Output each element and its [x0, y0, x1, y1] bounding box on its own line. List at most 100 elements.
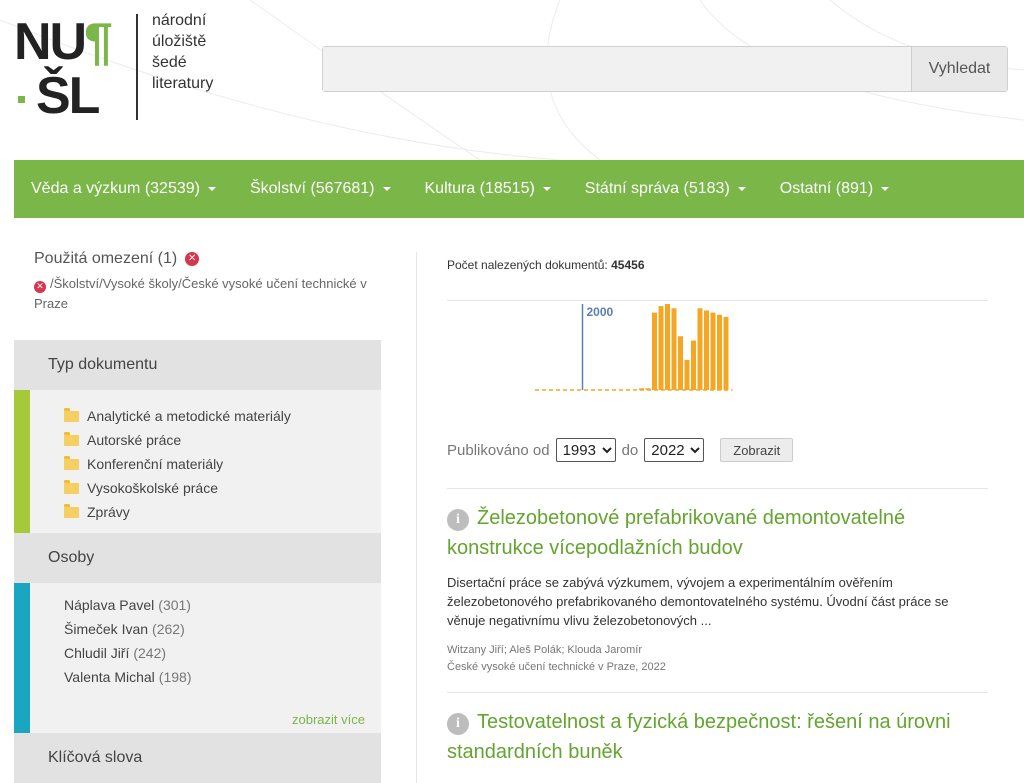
- histogram-bar-2009[interactable]: [639, 388, 644, 390]
- person-name: Šimeček Ivan: [64, 621, 149, 637]
- histogram-bar-2010[interactable]: [645, 388, 651, 390]
- facet-item-person[interactable]: Šimeček Ivan (262): [64, 617, 381, 641]
- facet-item-label: Vysokoškolské práce: [87, 480, 218, 496]
- results-count-label: Počet nalezených dokumentů:: [447, 258, 608, 272]
- search-bar: Vyhledat: [322, 46, 1008, 92]
- facet-item-label: Zprávy: [87, 504, 130, 520]
- logo-mark-nu: NU: [14, 13, 87, 71]
- facet-item-label: Konferenční materiály: [87, 456, 224, 472]
- person-name: Valenta Michal: [64, 669, 155, 685]
- folder-icon: [64, 431, 79, 446]
- histogram-bar-2019[interactable]: [704, 310, 709, 390]
- result-meta: Witzany Jiří; Aleš Polák; Klouda Jaromír…: [447, 642, 988, 676]
- date-filter-submit-button[interactable]: Zobrazit: [720, 438, 794, 462]
- date-from-label: Publikováno od: [447, 441, 550, 459]
- facet-item-doc-type[interactable]: Konferenční materiály: [64, 452, 381, 476]
- results-list: i Železobetonové prefabrikované demontova…: [447, 488, 988, 767]
- folder-icon: [64, 455, 79, 470]
- nav-item-label: Školství (567681): [249, 180, 375, 197]
- result-item: i Železobetonové prefabrikované demontova…: [447, 488, 988, 676]
- facet-item-label: Analytické a metodické materiály: [87, 408, 291, 424]
- remove-filter-icon[interactable]: ✕: [34, 280, 46, 293]
- search-input[interactable]: [323, 47, 911, 91]
- results-count: Počet nalezených dokumentů: 45456: [447, 258, 645, 272]
- nav-item-label: Státní správa (5183): [584, 180, 730, 197]
- caret-down-icon: [207, 187, 216, 191]
- facet-header-doc-type[interactable]: Typ dokumentu: [14, 340, 381, 390]
- result-title-link[interactable]: Testovatelnost a fyzická bezpečnost: řeš…: [447, 711, 951, 763]
- facet-item-person[interactable]: Valenta Michal (198): [64, 665, 381, 689]
- facet-item-doc-type[interactable]: Analytické a metodické materiály: [64, 404, 381, 428]
- histogram-bar-2020[interactable]: [710, 312, 716, 390]
- histogram-marker-label: 2000: [587, 305, 614, 319]
- nav-item-ostatni[interactable]: Ostatní (891): [763, 180, 906, 198]
- nav-item-veda[interactable]: Věda a výzkum (32539): [14, 180, 233, 198]
- facet-panel: Typ dokumentu Analytické a metodické mat…: [14, 340, 381, 783]
- histogram-bar-2015[interactable]: [678, 336, 683, 390]
- histogram-bar-2022[interactable]: [723, 316, 729, 390]
- results-count-value: 45456: [611, 258, 645, 272]
- histogram-bar-2017[interactable]: [691, 340, 696, 390]
- facet-title: Osoby: [48, 549, 95, 566]
- result-publisher: České vysoké učení technické v Praze, 20…: [447, 661, 666, 673]
- result-item: i Testovatelnost a fyzická bezpečnost: ře…: [447, 692, 988, 767]
- person-name: Chludil Jiří: [64, 645, 130, 661]
- site-logo[interactable]: NU ¶ ŠL národní úložiště šedé literatury: [14, 10, 244, 135]
- info-icon[interactable]: i: [447, 713, 469, 735]
- remove-all-filters-icon[interactable]: ✕: [185, 252, 200, 266]
- histogram-bar-2012[interactable]: [658, 306, 664, 390]
- result-authors: Witzany Jiří; Aleš Polák; Klouda Jaromír: [447, 644, 643, 656]
- result-title: i Testovatelnost a fyzická bezpečnost: ře…: [447, 707, 988, 767]
- folder-icon: [64, 479, 79, 494]
- facet-title: Typ dokumentu: [48, 356, 158, 373]
- site-header: NU ¶ ŠL národní úložiště šedé literatury…: [0, 0, 1024, 160]
- nav-item-label: Ostatní (891): [779, 180, 874, 197]
- date-from-select[interactable]: 1993: [555, 438, 616, 462]
- result-title: i Železobetonové prefabrikované demontova…: [447, 503, 988, 563]
- logo-text: národní úložiště šedé literatury: [152, 10, 213, 94]
- facet-item-doc-type[interactable]: Zprávy: [64, 500, 381, 524]
- active-filters-title-text: Použitá omezení (1): [34, 250, 178, 267]
- date-to-select[interactable]: 2022: [644, 438, 705, 462]
- result-abstract: Disertační práce se zabývá výzkumem, výv…: [447, 575, 949, 628]
- facet-header-persons[interactable]: Osoby: [14, 533, 381, 583]
- person-name: Náplava Pavel: [64, 597, 155, 613]
- histogram-bar-2021[interactable]: [717, 314, 722, 390]
- result-title-link[interactable]: Železobetonové prefabrikované demontovat…: [447, 507, 905, 559]
- nav-item-kultura[interactable]: Kultura (18515): [408, 180, 568, 198]
- histogram-bar-2014[interactable]: [671, 308, 677, 390]
- caret-down-icon: [737, 187, 746, 191]
- facet-body-doc-type: Analytické a metodické materiály Autorsk…: [14, 390, 381, 533]
- logo-text-line: úložiště: [152, 33, 207, 50]
- logo-text-line: národní: [152, 12, 207, 29]
- histogram-bar-2018[interactable]: [697, 308, 703, 390]
- active-filter-path[interactable]: /Školství/Vysoké školy/České vysoké učen…: [34, 276, 367, 311]
- active-filter: ✕/Školství/Vysoké školy/České vysoké uče…: [34, 274, 374, 314]
- nav-item-skolstvi[interactable]: Školství (567681): [233, 180, 408, 198]
- folder-icon: [64, 503, 79, 518]
- person-count: (198): [158, 669, 192, 685]
- date-filter-form: Publikováno od 1993 do 2022 Zobrazit: [447, 438, 794, 462]
- histogram-bar-2011[interactable]: [652, 312, 657, 390]
- facet-item-doc-type[interactable]: Vysokoškolské práce: [64, 476, 381, 500]
- nav-item-statni-sprava[interactable]: Státní správa (5183): [568, 180, 763, 198]
- facet-header-keywords[interactable]: Klíčová slova: [14, 733, 381, 783]
- histogram-bar-2013[interactable]: [665, 304, 670, 390]
- year-histogram-svg: 2000: [535, 304, 733, 391]
- facet-item-person[interactable]: Náplava Pavel (301): [64, 593, 381, 617]
- main-nav: Věda a výzkum (32539) Školství (567681) …: [14, 160, 1024, 218]
- show-more-persons-link[interactable]: zobrazit více: [292, 712, 365, 727]
- info-icon[interactable]: i: [447, 509, 469, 531]
- person-count: (242): [133, 645, 167, 661]
- facet-item-doc-type[interactable]: Autorské práce: [64, 428, 381, 452]
- search-button[interactable]: Vyhledat: [911, 47, 1007, 91]
- caret-down-icon: [881, 187, 890, 191]
- logo-mark-sl: ŠL: [36, 67, 100, 125]
- date-to-label: do: [621, 441, 639, 459]
- logo-mark-pilcrow: ¶: [84, 13, 113, 71]
- histogram-bar-2016[interactable]: [684, 359, 690, 390]
- active-filters: Použitá omezení (1) ✕ ✕/Školství/Vysoké …: [34, 250, 374, 314]
- facet-item-person[interactable]: Chludil Jiří (242): [64, 641, 381, 665]
- facet-item-label: Autorské práce: [87, 432, 182, 448]
- logo-divider: [136, 14, 138, 120]
